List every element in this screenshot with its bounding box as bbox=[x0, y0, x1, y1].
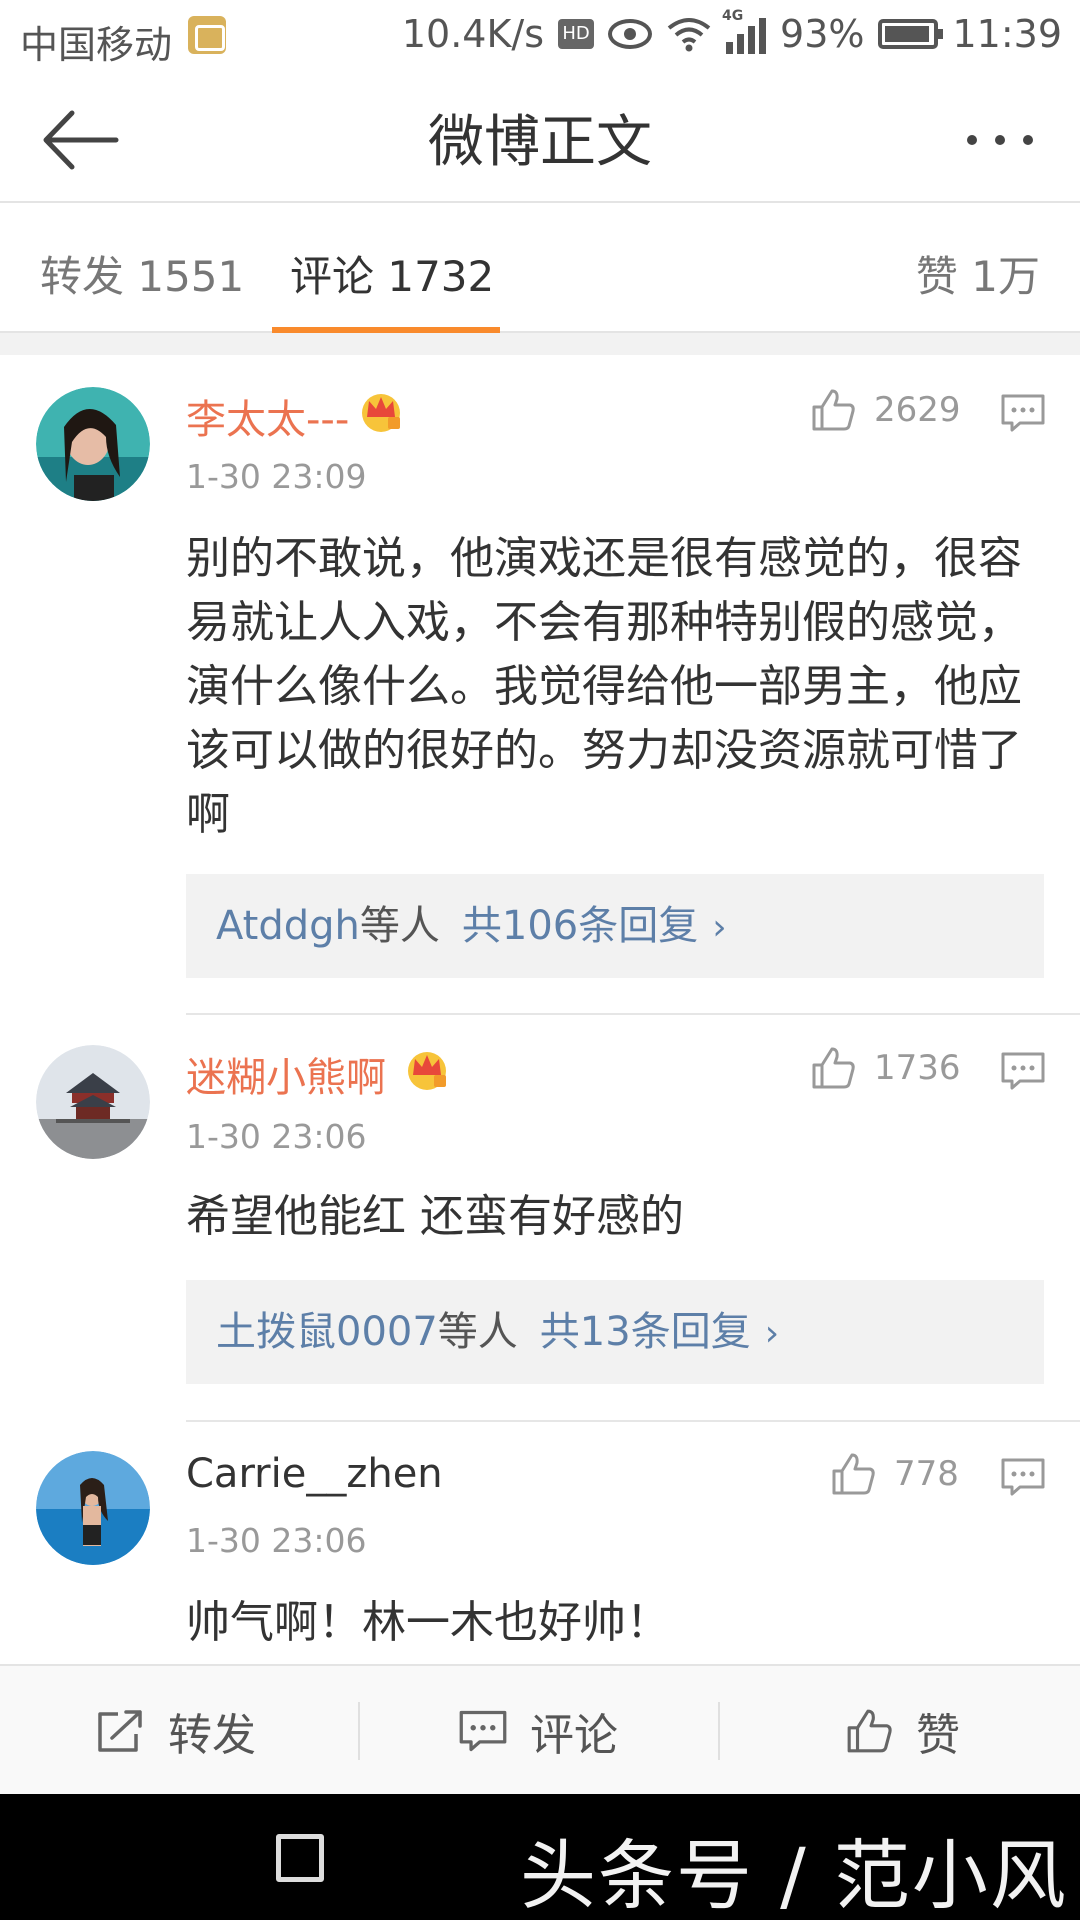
comment-time: 1-30 23:06 bbox=[186, 1117, 367, 1156]
comment-text: 希望他能红 还蛮有好感的 bbox=[186, 1191, 684, 1242]
tab-repost[interactable]: 转发 1551 bbox=[40, 243, 244, 304]
bottom-action-bar: 转发 评论 赞 bbox=[0, 1664, 1080, 1794]
reply-suffix: 等人 bbox=[359, 903, 440, 949]
comment-time: 1-30 23:09 bbox=[186, 457, 367, 496]
divider bbox=[718, 1702, 720, 1760]
reply-count[interactable]: 共13条回复 bbox=[540, 1309, 751, 1355]
status-indicators: 10.4K/s HD 4G 93% 11:39 bbox=[401, 8, 1062, 56]
share-icon bbox=[98, 1710, 142, 1752]
reply-suffix: 等人 bbox=[437, 1309, 518, 1355]
tab-bar: 转发 1551 评论 1732 赞 1万 bbox=[0, 203, 1080, 333]
like-post-button[interactable]: 赞 bbox=[844, 1666, 960, 1796]
comment-text: 别的不敢说，他演戏还是很有感觉的，很容易就让人入戏，不会有那种特别假的感觉，演什… bbox=[186, 533, 1022, 840]
repost-button[interactable]: 转发 bbox=[96, 1666, 256, 1796]
thumbs-up-icon bbox=[847, 1709, 892, 1753]
thumbs-up-icon bbox=[812, 1047, 855, 1089]
status-bar: 中国移动 10.4K/s HD 4G 93% 11:39 bbox=[0, 0, 1080, 75]
thumbs-up-icon bbox=[812, 389, 855, 431]
avatar[interactable] bbox=[36, 387, 150, 501]
section-gap bbox=[0, 333, 1080, 355]
more-icon[interactable] bbox=[960, 115, 1040, 165]
carrier-label: 中国移动 bbox=[20, 23, 173, 67]
comment-label: 评论 bbox=[530, 1710, 618, 1761]
recent-apps-button[interactable] bbox=[276, 1834, 324, 1882]
like-count: 2629 bbox=[874, 390, 961, 430]
reply-comment-icon[interactable] bbox=[1000, 1457, 1046, 1497]
tab-comments[interactable]: 评论 1732 bbox=[290, 243, 494, 304]
comment-text: 帅气啊！林一木也好帅！ bbox=[186, 1597, 670, 1648]
comment-icon bbox=[459, 1710, 507, 1752]
reply-count[interactable]: 共106条回复 bbox=[462, 903, 698, 949]
reply-user[interactable]: Atddgh bbox=[216, 903, 360, 949]
page-title: 微博正文 bbox=[428, 110, 652, 175]
divider bbox=[358, 1702, 360, 1760]
net-speed: 10.4K/s bbox=[401, 12, 545, 56]
system-nav-bar: 头条号 / 范小风 bbox=[0, 1794, 1080, 1920]
comment-button[interactable]: 评论 bbox=[458, 1666, 618, 1796]
chevron-right-icon: › bbox=[712, 907, 727, 948]
replies-summary[interactable]: Atddgh等人 共106条回复 › bbox=[186, 874, 1044, 978]
user-name[interactable]: 迷糊小熊啊 bbox=[186, 1045, 386, 1103]
signal-icon: 4G bbox=[722, 8, 767, 54]
like-label: 赞 bbox=[916, 1710, 960, 1761]
comment-time: 1-30 23:06 bbox=[186, 1521, 367, 1560]
like-count: 1736 bbox=[874, 1048, 961, 1088]
user-name[interactable]: 李太太--- bbox=[186, 387, 349, 445]
avatar[interactable] bbox=[36, 1045, 150, 1159]
vip-crown-icon bbox=[408, 1052, 446, 1090]
tab-likes[interactable]: 赞 1万 bbox=[916, 243, 1040, 304]
thumbs-up-icon bbox=[832, 1453, 875, 1495]
health-icon bbox=[188, 16, 226, 54]
repost-label: 转发 bbox=[168, 1710, 256, 1761]
divider bbox=[186, 1420, 1080, 1422]
reply-comment-icon[interactable] bbox=[1000, 393, 1046, 433]
hd-icon: HD bbox=[558, 19, 595, 49]
vip-crown-icon bbox=[362, 394, 400, 432]
title-bar: 微博正文 bbox=[0, 75, 1080, 203]
like-button[interactable]: 1736 bbox=[810, 1045, 961, 1091]
network-type: 4G bbox=[722, 8, 744, 24]
avatar[interactable] bbox=[36, 1451, 150, 1565]
like-button[interactable]: 778 bbox=[830, 1451, 959, 1497]
battery-icon bbox=[878, 19, 944, 49]
reply-user[interactable]: 土拨鼠0007 bbox=[216, 1309, 438, 1355]
user-name[interactable]: Carrie__zhen bbox=[186, 1451, 443, 1497]
wifi-icon bbox=[667, 18, 711, 52]
watermark: 头条号 / 范小风 bbox=[520, 1831, 1068, 1920]
like-button[interactable]: 2629 bbox=[810, 387, 961, 433]
divider bbox=[186, 1013, 1080, 1015]
chevron-right-icon: › bbox=[764, 1313, 780, 1354]
battery-percent: 93% bbox=[780, 12, 865, 56]
replies-summary[interactable]: 土拨鼠0007等人 共13条回复 › bbox=[186, 1280, 1044, 1384]
like-count: 778 bbox=[894, 1454, 959, 1494]
eye-comfort-icon bbox=[608, 19, 653, 49]
reply-comment-icon[interactable] bbox=[1000, 1051, 1046, 1091]
clock: 11:39 bbox=[952, 12, 1062, 56]
